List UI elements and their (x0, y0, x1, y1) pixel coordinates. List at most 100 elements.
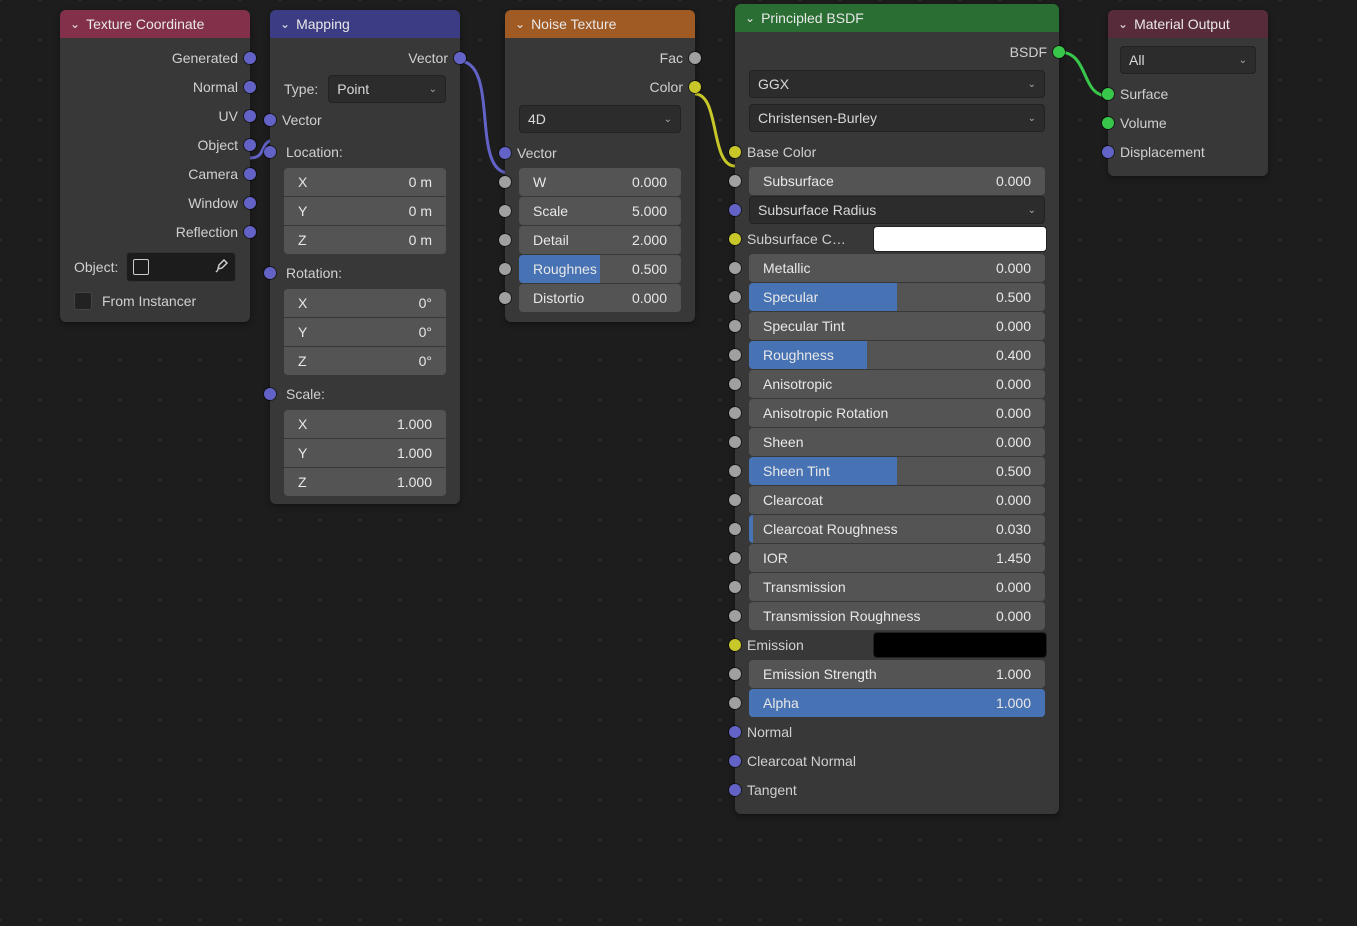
subsurface-slider[interactable]: Subsurface0.000 (749, 167, 1045, 195)
eyedropper-icon[interactable] (213, 259, 229, 275)
node-principled-bsdf[interactable]: ⌄ Principled BSDF BSDF GGX⌄ Christensen-… (735, 4, 1059, 814)
socket-in-alpha[interactable] (729, 697, 741, 709)
socket-in-displacement[interactable] (1102, 146, 1114, 158)
chevron-down-icon: ⌄ (429, 84, 437, 95)
socket-out-camera[interactable] (244, 168, 256, 180)
node-header[interactable]: ⌄ Principled BSDF (735, 4, 1059, 32)
socket-in-rotation[interactable] (264, 267, 276, 279)
socket-out-generated[interactable] (244, 52, 256, 64)
node-material-output[interactable]: ⌄ Material Output All⌄ Surface Volume Di… (1108, 10, 1268, 176)
socket-in-vector[interactable] (499, 147, 511, 159)
sss-radius-dropdown[interactable]: Subsurface Radius⌄ (749, 196, 1045, 224)
location-y[interactable]: Y0 m (284, 197, 446, 225)
socket-out-bsdf[interactable] (1053, 46, 1065, 58)
type-dropdown[interactable]: Point⌄ (328, 75, 446, 103)
socket-in-clearcoat-normal[interactable] (729, 755, 741, 767)
socket-in-normal[interactable] (729, 726, 741, 738)
socket-in-specular-tint[interactable] (729, 320, 741, 332)
socket-in-scale[interactable] (499, 205, 511, 217)
detail-field[interactable]: Detail2.000 (519, 226, 681, 254)
anisotropic-slider[interactable]: Anisotropic0.000 (749, 370, 1045, 398)
socket-in-roughness[interactable] (729, 349, 741, 361)
socket-in-anisotropic[interactable] (729, 378, 741, 390)
scale-field[interactable]: Scale5.000 (519, 197, 681, 225)
transmission-slider[interactable]: Transmission0.000 (749, 573, 1045, 601)
socket-in-surface[interactable] (1102, 88, 1114, 100)
roughness-slider[interactable]: Roughness0.400 (749, 341, 1045, 369)
socket-in-emission-strength[interactable] (729, 668, 741, 680)
socket-in-transmission-roughness[interactable] (729, 610, 741, 622)
socket-in-tangent[interactable] (729, 784, 741, 796)
metallic-slider[interactable]: Metallic0.000 (749, 254, 1045, 282)
clearcoat-roughness-slider[interactable]: Clearcoat Roughness0.030 (749, 515, 1045, 543)
socket-in-roughness[interactable] (499, 263, 511, 275)
socket-in-base-color[interactable] (729, 146, 741, 158)
sss-method-dropdown[interactable]: Christensen-Burley⌄ (749, 104, 1045, 132)
socket-in-anisotropic-rotation[interactable] (729, 407, 741, 419)
socket-out-reflection[interactable] (244, 226, 256, 238)
scale-z[interactable]: Z1.000 (284, 468, 446, 496)
scale-x[interactable]: X1.000 (284, 410, 446, 438)
node-texture-coordinate[interactable]: ⌄ Texture Coordinate Generated Normal UV… (60, 10, 250, 322)
socket-out-vector[interactable] (454, 52, 466, 64)
location-x[interactable]: X0 m (284, 168, 446, 196)
roughness-slider[interactable]: Roughnes0.500 (519, 255, 681, 283)
socket-in-vector[interactable] (264, 114, 276, 126)
node-header[interactable]: ⌄ Mapping (270, 10, 460, 38)
socket-in-sss-radius[interactable] (729, 204, 741, 216)
sheen-tint-slider[interactable]: Sheen Tint0.500 (749, 457, 1045, 485)
socket-in-sheen[interactable] (729, 436, 741, 448)
distribution-dropdown[interactable]: GGX⌄ (749, 70, 1045, 98)
specular-slider[interactable]: Specular0.500 (749, 283, 1045, 311)
rotation-y[interactable]: Y0° (284, 318, 446, 346)
from-instancer-checkbox[interactable] (74, 292, 92, 310)
aniso-rotation-slider[interactable]: Anisotropic Rotation0.000 (749, 399, 1045, 427)
sheen-slider[interactable]: Sheen0.000 (749, 428, 1045, 456)
socket-out-object[interactable] (244, 139, 256, 151)
output-uv: UV (219, 108, 238, 124)
object-picker[interactable] (126, 252, 236, 282)
socket-out-fac[interactable] (689, 52, 701, 64)
socket-in-clearcoat-roughness[interactable] (729, 523, 741, 535)
socket-in-clearcoat[interactable] (729, 494, 741, 506)
node-noise-texture[interactable]: ⌄ Noise Texture Fac Color 4D⌄ Vector W0.… (505, 10, 695, 322)
rotation-z[interactable]: Z0° (284, 347, 446, 375)
socket-in-subsurface[interactable] (729, 175, 741, 187)
alpha-slider[interactable]: Alpha1.000 (749, 689, 1045, 717)
location-z[interactable]: Z0 m (284, 226, 446, 254)
socket-in-detail[interactable] (499, 234, 511, 246)
socket-out-normal[interactable] (244, 81, 256, 93)
socket-in-specular[interactable] (729, 291, 741, 303)
socket-in-w[interactable] (499, 176, 511, 188)
clearcoat-slider[interactable]: Clearcoat0.000 (749, 486, 1045, 514)
socket-in-distortion[interactable] (499, 292, 511, 304)
node-mapping[interactable]: ⌄ Mapping Vector Type: Point⌄ Vector Loc… (270, 10, 460, 504)
socket-in-scale[interactable] (264, 388, 276, 400)
socket-out-window[interactable] (244, 197, 256, 209)
socket-in-metallic[interactable] (729, 262, 741, 274)
rotation-x[interactable]: X0° (284, 289, 446, 317)
emission-strength-field[interactable]: Emission Strength1.000 (749, 660, 1045, 688)
node-header[interactable]: ⌄ Material Output (1108, 10, 1268, 38)
socket-in-emission[interactable] (729, 639, 741, 651)
scale-y[interactable]: Y1.000 (284, 439, 446, 467)
ior-field[interactable]: IOR1.450 (749, 544, 1045, 572)
sss-color-swatch[interactable] (873, 226, 1047, 252)
distortion-field[interactable]: Distortio0.000 (519, 284, 681, 312)
socket-in-volume[interactable] (1102, 117, 1114, 129)
node-header[interactable]: ⌄ Texture Coordinate (60, 10, 250, 38)
socket-in-location[interactable] (264, 146, 276, 158)
emission-swatch[interactable] (873, 632, 1047, 658)
socket-in-sheen-tint[interactable] (729, 465, 741, 477)
transmission-roughness-slider[interactable]: Transmission Roughness0.000 (749, 602, 1045, 630)
socket-out-color[interactable] (689, 81, 701, 93)
target-dropdown[interactable]: All⌄ (1120, 46, 1256, 74)
dimensions-dropdown[interactable]: 4D⌄ (519, 105, 681, 133)
socket-in-ior[interactable] (729, 552, 741, 564)
w-field[interactable]: W0.000 (519, 168, 681, 196)
specular-tint-slider[interactable]: Specular Tint0.000 (749, 312, 1045, 340)
socket-in-sss-color[interactable] (729, 233, 741, 245)
socket-out-uv[interactable] (244, 110, 256, 122)
node-header[interactable]: ⌄ Noise Texture (505, 10, 695, 38)
socket-in-transmission[interactable] (729, 581, 741, 593)
